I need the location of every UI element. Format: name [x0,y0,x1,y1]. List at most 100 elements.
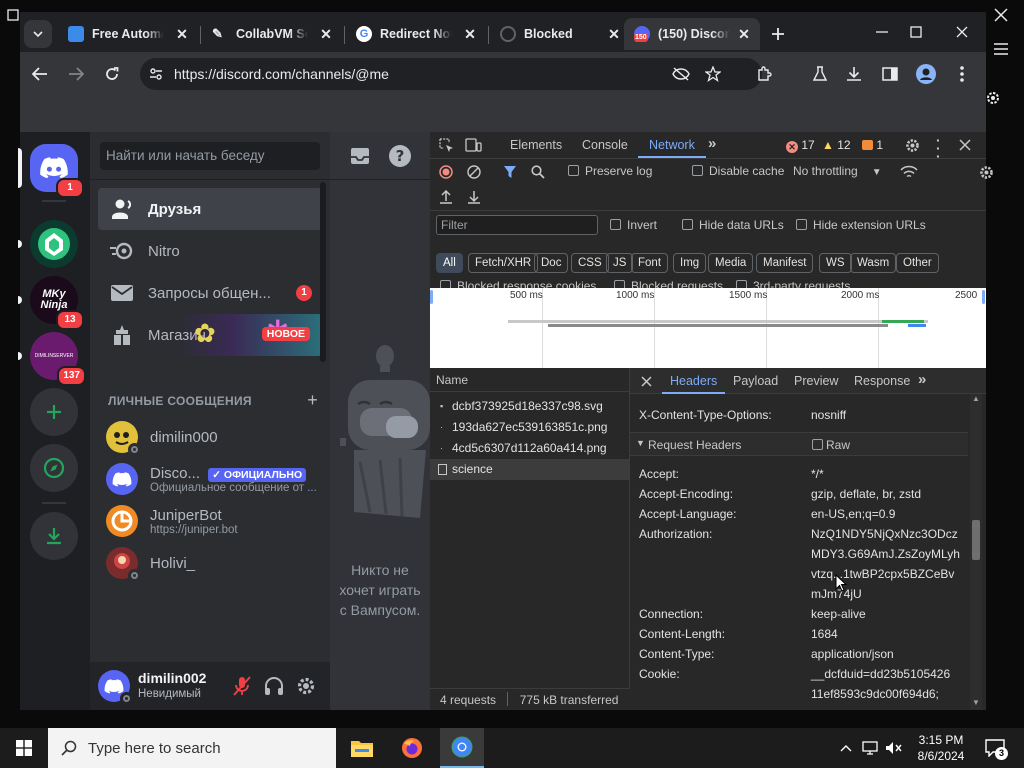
avatar[interactable] [98,670,133,705]
import-har-icon[interactable] [438,189,454,205]
more-detail-tabs-icon[interactable]: » [918,371,926,388]
scroll-down-arrow-icon[interactable]: ▼ [972,698,980,707]
tab-payload[interactable]: Payload [733,368,778,394]
filter-chip-font[interactable]: Font [631,253,669,273]
new-tab-button[interactable] [766,22,790,46]
tab-discord[interactable]: 150 (150) Discord ✕ [624,18,760,50]
overview-handle-right[interactable] [982,290,985,304]
eye-off-icon[interactable] [672,65,690,83]
more-menu-icon[interactable] [948,60,976,88]
record-icon[interactable] [438,164,454,180]
tab-close-icon[interactable]: ✕ [174,26,190,42]
download-icon[interactable] [840,60,868,88]
details-scrollbar[interactable]: ▲ ▼ [970,394,982,710]
discord-home-button[interactable]: 1 [30,144,84,198]
notification-center-icon[interactable]: 3 [980,736,1010,760]
filter-input[interactable]: Filter [436,215,598,235]
nav-shop[interactable]: Магазин ✿ ✲ НОВОЕ [98,314,322,356]
tray-chevron-icon[interactable] [838,738,854,758]
clear-icon[interactable] [466,164,482,180]
tab-blocked[interactable]: Blocked ✕ [490,18,630,50]
server-icon-green[interactable] [30,220,78,268]
network-conditions-icon[interactable] [900,164,918,180]
channel-scrollbar[interactable] [320,182,326,362]
tab-preview[interactable]: Preview [794,368,838,394]
dm-search-input[interactable]: Найти или начать беседу [100,142,320,170]
filter-chip-doc[interactable]: Doc [534,253,569,273]
filter-chip-js[interactable]: JS [606,253,634,273]
filter-chip-img[interactable]: Img [673,253,707,273]
side-panel-icon[interactable] [876,60,904,88]
devtools-close-icon[interactable] [958,138,972,152]
warning-count[interactable]: ▲ 12 [822,138,851,152]
tab-collabvm[interactable]: ✎ CollabVM Se ✕ [202,18,342,50]
name-column-header[interactable]: Name [436,373,468,387]
start-button[interactable] [0,728,48,768]
more-tabs-icon[interactable]: » [708,135,716,152]
server-icon-ninja[interactable]: MKy Ninja 13 [30,276,84,330]
tab-close-icon[interactable]: ✕ [318,26,334,42]
forward-button[interactable] [62,60,90,88]
bookmark-star-icon[interactable] [704,65,722,83]
filter-funnel-icon[interactable] [502,164,518,180]
devtools-settings-icon[interactable] [904,137,920,153]
tab-headers[interactable]: Headers [662,368,726,394]
tab-console[interactable]: Console [582,132,628,158]
taskbar-search-input[interactable]: Type here to search [48,728,336,768]
request-row-selected[interactable]: science [430,459,630,480]
mute-mic-icon[interactable] [230,674,254,698]
nav-friends[interactable]: Друзья [98,188,322,230]
hide-data-urls-checkbox[interactable]: Hide data URLs [682,218,784,232]
request-headers-section[interactable]: ▼ Request Headers Raw [630,432,968,456]
volume-muted-icon[interactable] [884,738,904,758]
tab-close-icon[interactable]: ✕ [462,26,478,42]
hide-extension-urls-checkbox[interactable]: Hide extension URLs [796,218,926,232]
filter-chip-manifest[interactable]: Manifest [756,253,814,273]
tab-free-automa[interactable]: Free Automa ✕ [58,18,198,50]
nav-nitro[interactable]: Nitro [98,230,322,272]
preserve-log-checkbox[interactable]: Preserve log [568,164,652,178]
profile-avatar-icon[interactable] [912,60,940,88]
tab-response[interactable]: Response [854,368,910,394]
filter-chip-css[interactable]: CSS [571,253,609,273]
file-explorer-icon[interactable] [342,728,382,768]
filter-chip-media[interactable]: Media [708,253,754,273]
user-settings-icon[interactable] [294,674,318,698]
firefox-icon[interactable] [392,728,432,768]
error-count[interactable]: ✕ 17 [786,138,815,153]
headphones-icon[interactable] [262,674,286,698]
overview-handle-left[interactable] [430,290,433,304]
maximize-button[interactable] [902,20,930,44]
extensions-icon[interactable] [750,60,778,88]
labs-flask-icon[interactable] [806,60,834,88]
create-dm-button[interactable]: + [307,390,318,411]
tab-search-button[interactable] [24,20,52,48]
disable-cache-checkbox[interactable]: Disable cache [692,164,784,178]
dm-item[interactable]: Disco... ✓ ОФИЦИАЛЬНО Официальное сообще… [98,458,322,500]
dm-item[interactable]: dimilin000 [98,416,322,458]
filter-chip-wasm[interactable]: Wasm [850,253,897,273]
devtools-more-icon[interactable]: · · · [936,133,941,163]
network-overview[interactable]: 500 ms 1000 ms 1500 ms 2000 ms 2500 [430,288,986,368]
filter-chip-fetch[interactable]: Fetch/XHR [468,253,539,273]
nav-message-requests[interactable]: Запросы общен... 1 [98,272,322,314]
url-text[interactable]: https://discord.com/channels/@me [174,66,389,82]
minimize-button[interactable] [868,20,896,44]
export-har-icon[interactable] [466,189,482,205]
address-bar[interactable]: https://discord.com/channels/@me [140,58,762,90]
raw-checkbox[interactable]: Raw [812,438,850,452]
tab-close-icon[interactable]: ✕ [606,26,622,42]
request-row[interactable]: · 4cd5c6307d112a60a414.png [430,438,630,459]
site-info-icon[interactable] [148,66,164,82]
request-row[interactable]: · 193da627ec539163851c.png [430,417,630,438]
window-close-button[interactable] [948,20,976,44]
network-tray-icon[interactable] [860,738,880,758]
tab-redirect-notice[interactable]: G Redirect Not ✕ [346,18,486,50]
add-server-button[interactable] [30,388,78,436]
dm-item[interactable]: Holivi_ [98,542,322,584]
search-icon[interactable] [530,164,546,180]
tab-close-icon[interactable]: ✕ [736,26,752,42]
gear-icon[interactable] [984,89,1002,107]
scroll-up-arrow-icon[interactable]: ▲ [972,394,980,403]
server-icon-purple[interactable]: DIMILINSERVER 137 [30,332,86,386]
